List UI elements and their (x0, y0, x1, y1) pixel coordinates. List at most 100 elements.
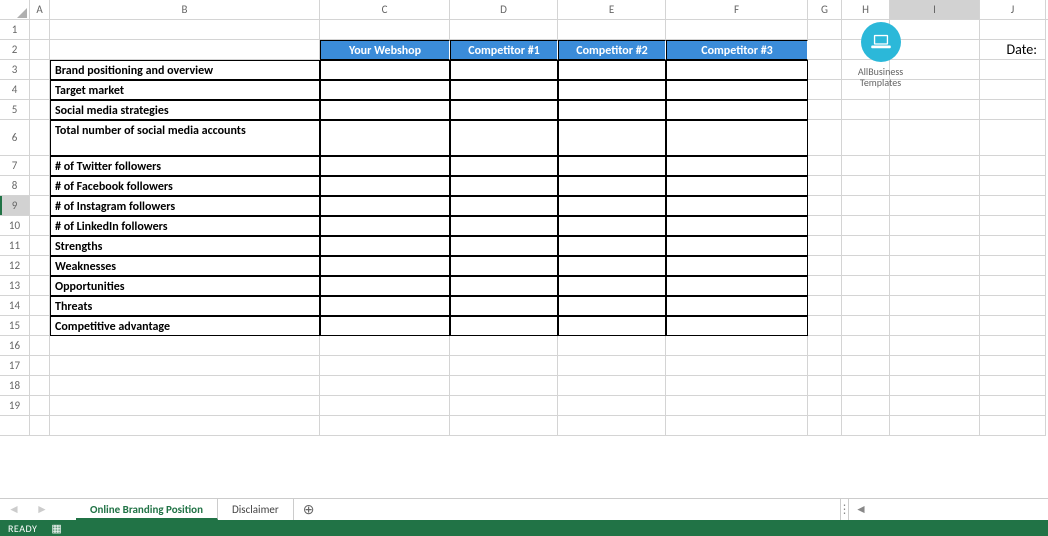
cell[interactable] (666, 20, 808, 40)
tab-online-branding[interactable]: Online Branding Position (76, 499, 218, 520)
cell[interactable] (666, 236, 808, 256)
row-label[interactable]: Opportunities (50, 276, 320, 296)
cell[interactable] (980, 276, 1046, 296)
cell[interactable] (980, 356, 1046, 376)
row-label[interactable]: # of Twitter followers (50, 156, 320, 176)
cell[interactable] (666, 120, 808, 156)
cell[interactable] (890, 216, 980, 236)
cell[interactable] (30, 416, 50, 436)
cell[interactable] (450, 196, 558, 216)
cell[interactable] (30, 120, 50, 156)
tab-nav-prev[interactable]: ◄ (0, 499, 28, 520)
cell[interactable] (30, 396, 50, 416)
cell[interactable] (890, 156, 980, 176)
cell[interactable] (450, 80, 558, 100)
cell[interactable] (842, 156, 890, 176)
cell[interactable] (450, 156, 558, 176)
cell[interactable] (890, 196, 980, 216)
cell[interactable] (558, 356, 666, 376)
cell[interactable] (558, 100, 666, 120)
cell[interactable] (890, 276, 980, 296)
col-header-B[interactable]: B (50, 0, 320, 19)
row-label[interactable]: Weaknesses (50, 256, 320, 276)
col-header-C[interactable]: C (320, 0, 450, 19)
cell[interactable] (450, 120, 558, 156)
cell[interactable] (980, 100, 1046, 120)
cell[interactable] (842, 120, 890, 156)
cell[interactable] (980, 236, 1046, 256)
select-all-triangle[interactable] (0, 0, 30, 19)
cell[interactable] (558, 80, 666, 100)
cell[interactable] (980, 196, 1046, 216)
cell[interactable] (808, 80, 842, 100)
cell[interactable] (808, 356, 842, 376)
cell[interactable] (980, 316, 1046, 336)
cell[interactable] (666, 156, 808, 176)
cell[interactable] (50, 336, 320, 356)
row-header-19[interactable]: 19 (0, 396, 30, 416)
header-your-webshop[interactable]: Your Webshop (320, 40, 450, 60)
horizontal-scrollbar[interactable]: ◄ (848, 499, 1048, 520)
row-header-15[interactable]: 15 (0, 316, 30, 336)
cell[interactable] (450, 376, 558, 396)
cell[interactable] (842, 416, 890, 436)
row-header-18[interactable]: 18 (0, 376, 30, 396)
cell[interactable] (980, 416, 1046, 436)
cell[interactable] (558, 336, 666, 356)
cell[interactable] (666, 80, 808, 100)
cell[interactable] (30, 80, 50, 100)
cell[interactable] (558, 316, 666, 336)
row-header-12[interactable]: 12 (0, 256, 30, 276)
row-label[interactable]: # of Instagram followers (50, 196, 320, 216)
cell[interactable] (980, 156, 1046, 176)
cell[interactable] (666, 316, 808, 336)
col-header-G[interactable]: G (808, 0, 842, 19)
col-header-I[interactable]: I (890, 0, 980, 19)
cell[interactable] (30, 276, 50, 296)
cell[interactable] (30, 376, 50, 396)
cell[interactable] (50, 20, 320, 40)
col-header-F[interactable]: F (666, 0, 808, 19)
cell[interactable] (808, 120, 842, 156)
cell[interactable] (30, 60, 50, 80)
cell[interactable] (808, 100, 842, 120)
cell[interactable] (890, 396, 980, 416)
cell[interactable] (558, 216, 666, 236)
cell[interactable] (558, 376, 666, 396)
row-header-1[interactable]: 1 (0, 20, 30, 40)
cell[interactable] (890, 176, 980, 196)
cell[interactable] (890, 336, 980, 356)
row-label[interactable]: # of Facebook followers (50, 176, 320, 196)
cell[interactable] (666, 356, 808, 376)
cell[interactable] (808, 416, 842, 436)
cell[interactable] (30, 176, 50, 196)
cell[interactable] (890, 356, 980, 376)
cell[interactable] (890, 316, 980, 336)
cell[interactable] (842, 276, 890, 296)
cell[interactable] (320, 20, 450, 40)
cell[interactable] (450, 60, 558, 80)
cell[interactable] (808, 40, 842, 60)
row-header-20[interactable] (0, 416, 30, 436)
cell[interactable] (808, 296, 842, 316)
cell[interactable] (842, 176, 890, 196)
row-header-14[interactable]: 14 (0, 296, 30, 316)
cell[interactable] (450, 236, 558, 256)
cell[interactable] (30, 316, 50, 336)
cell[interactable] (558, 236, 666, 256)
header-competitor-1[interactable]: Competitor #1 (450, 40, 558, 60)
cell[interactable] (320, 120, 450, 156)
cell[interactable] (842, 336, 890, 356)
header-competitor-2[interactable]: Competitor #2 (558, 40, 666, 60)
cell[interactable] (320, 196, 450, 216)
cell[interactable] (808, 196, 842, 216)
cell[interactable] (980, 20, 1046, 40)
cell[interactable] (30, 236, 50, 256)
cell[interactable] (980, 216, 1046, 236)
row-header-2[interactable]: 2 (0, 40, 30, 60)
row-label[interactable]: Brand positioning and overview (50, 60, 320, 80)
cell[interactable] (890, 256, 980, 276)
cell[interactable] (890, 120, 980, 156)
row-header-3[interactable]: 3 (0, 60, 30, 80)
cell[interactable] (842, 356, 890, 376)
